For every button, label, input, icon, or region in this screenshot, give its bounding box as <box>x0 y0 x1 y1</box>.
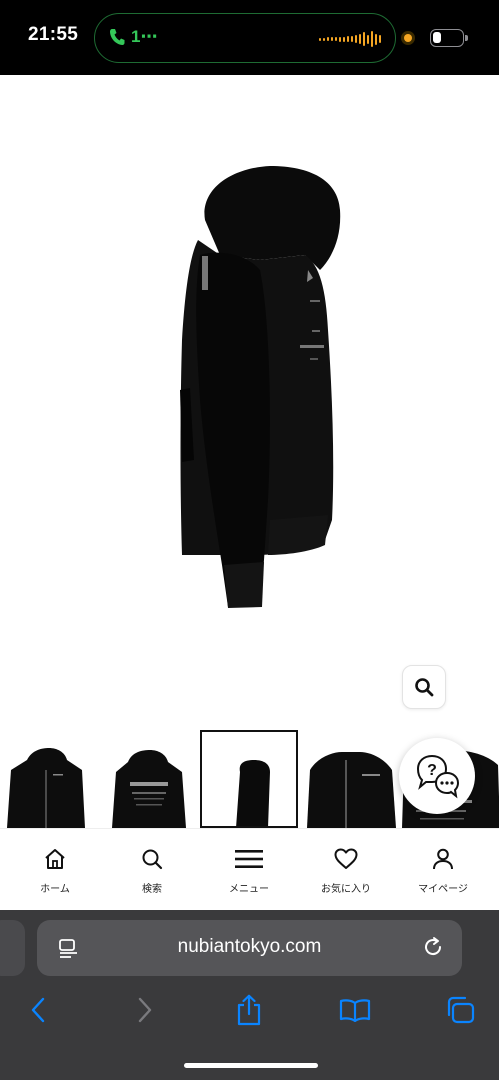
previous-tab-preview[interactable] <box>0 920 25 976</box>
battery-icon <box>430 29 468 47</box>
status-bar: 21:55 1⋯ <box>0 0 499 75</box>
home-icon <box>45 849 65 869</box>
address-bar[interactable]: nubiantokyo.com <box>37 920 462 976</box>
search-icon <box>142 849 163 870</box>
nav-favorites-label: お気に入り <box>321 884 371 895</box>
reload-icon[interactable] <box>422 936 444 958</box>
tabs-icon <box>447 996 475 1024</box>
zoom-button[interactable] <box>402 665 446 709</box>
nav-mypage-label: マイページ <box>418 884 468 895</box>
chat-bubble-icon: ? <box>416 754 460 799</box>
heart-icon <box>334 848 358 869</box>
svg-text:?: ? <box>427 762 437 779</box>
call-indicator[interactable]: 1⋯ <box>109 27 157 47</box>
bottom-navigation: ホーム 検索 メニュー お気に入り マイページ <box>0 828 499 910</box>
phone-icon <box>110 29 125 45</box>
nav-home-label: ホーム <box>40 884 70 895</box>
magnifier-icon <box>415 678 434 697</box>
thumbnail-front-closeup[interactable] <box>302 730 400 828</box>
share-icon <box>237 994 261 1026</box>
nav-home[interactable]: ホーム <box>5 829 105 911</box>
hoodie-side-view-image[interactable] <box>160 160 350 610</box>
nav-search[interactable]: 検索 <box>102 829 202 911</box>
product-image-area[interactable] <box>0 75 499 725</box>
thumbnail-side[interactable] <box>200 730 298 828</box>
url-text[interactable]: nubiantokyo.com <box>37 936 462 958</box>
chevron-left-icon <box>31 997 45 1023</box>
nav-favorites[interactable]: お気に入り <box>296 829 396 911</box>
forward-button[interactable] <box>125 994 165 1026</box>
book-icon <box>339 999 371 1022</box>
thumbnail-front[interactable] <box>0 730 95 828</box>
home-indicator[interactable] <box>184 1063 318 1068</box>
dynamic-island[interactable]: 1⋯ <box>94 13 396 63</box>
bookmarks-button[interactable] <box>335 994 375 1026</box>
browser-toolbar <box>0 990 499 1030</box>
mic-in-use-icon <box>401 31 415 45</box>
share-button[interactable] <box>229 994 269 1026</box>
nav-menu[interactable]: メニュー <box>199 829 299 911</box>
nav-menu-label: メニュー <box>229 884 269 895</box>
status-time: 21:55 <box>28 24 79 45</box>
thumbnail-back[interactable] <box>100 730 198 828</box>
back-button[interactable] <box>18 994 58 1026</box>
nav-mypage[interactable]: マイページ <box>393 829 493 911</box>
chevron-right-icon <box>138 997 152 1023</box>
tabs-button[interactable] <box>440 994 480 1026</box>
call-label: 1⋯ <box>131 27 158 46</box>
menu-icon <box>235 850 263 868</box>
browser-chrome: nubiantokyo.com <box>0 910 499 1080</box>
nav-search-label: 検索 <box>142 884 162 895</box>
user-icon <box>433 848 453 870</box>
chat-support-button[interactable]: ? <box>399 738 475 814</box>
audio-waveform-icon <box>319 30 381 48</box>
